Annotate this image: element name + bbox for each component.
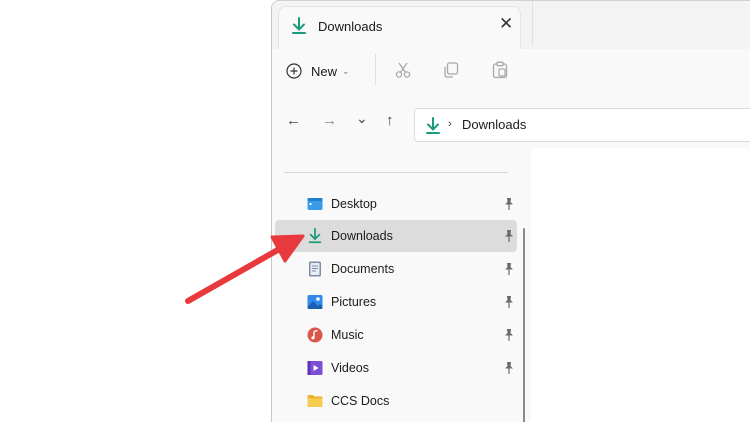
annotation-arrow [185,234,305,304]
